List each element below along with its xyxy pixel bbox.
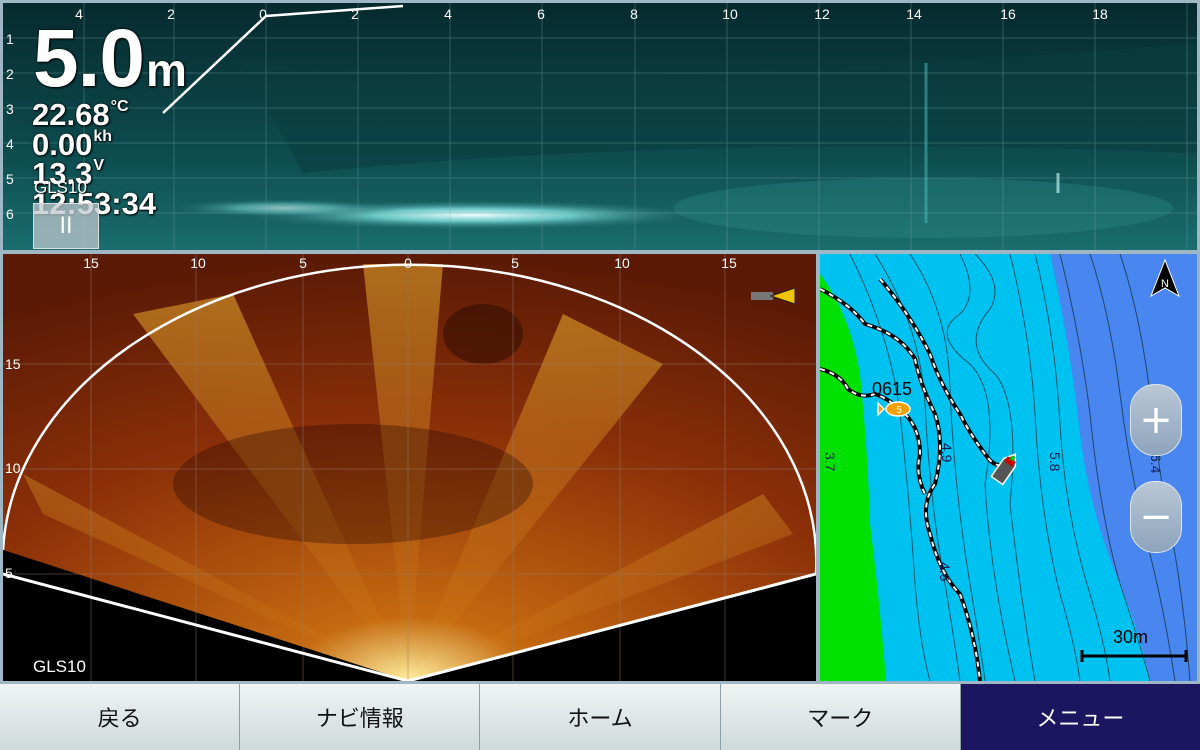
nav-info-button[interactable]: ナビ情報 [240, 684, 481, 750]
x-tick: 0 [404, 255, 412, 271]
depth-label: 3.7 [822, 452, 838, 472]
x-tick: 14 [906, 6, 922, 22]
y-tick: 5 [5, 565, 13, 581]
menu-button[interactable]: メニュー [960, 684, 1200, 750]
depth-label: 6.4 [1148, 454, 1164, 474]
north-label: N [1161, 278, 1169, 290]
x-tick: 8 [630, 6, 638, 22]
livescope-image: 15 10 5 0 5 10 15 15 10 5 [3, 254, 816, 681]
mark-button[interactable]: マーク [720, 684, 961, 750]
deep-water-area [1050, 254, 1197, 681]
y-tick: 5 [6, 171, 14, 187]
y-tick: 15 [5, 356, 21, 372]
zoom-out-button[interactable]: − [1130, 481, 1182, 553]
x-tick: 5 [299, 255, 307, 271]
speed-unit: kh [93, 128, 113, 145]
fish-waypoint-icon[interactable]: 5 [877, 401, 911, 417]
x-tick: 10 [722, 6, 738, 22]
y-tick: 3 [6, 101, 14, 117]
back-button[interactable]: 戻る [0, 684, 241, 750]
x-tick: 2 [351, 6, 359, 22]
voltage-unit: V [93, 157, 105, 174]
x-tick: 4 [444, 6, 452, 22]
y-tick: 4 [6, 136, 14, 152]
home-button[interactable]: ホーム [480, 684, 721, 750]
x-tick: 15 [83, 255, 99, 271]
x-tick: 12 [814, 6, 830, 22]
depth-readout: 5.0m [33, 18, 187, 100]
depth-label: 4.9 [939, 443, 955, 463]
temperature-unit: °C [110, 98, 129, 115]
boat-icon [990, 453, 1017, 486]
y-tick: 10 [5, 460, 21, 476]
x-tick: 0 [259, 6, 267, 22]
pause-button[interactable]: II [33, 203, 99, 249]
x-tick: 6 [537, 6, 545, 22]
x-tick: 5 [511, 255, 519, 271]
water-temperature: 22.68°C [32, 98, 129, 131]
scale-label: 30m [1113, 627, 1149, 647]
x-tick: 15 [721, 255, 737, 271]
bottom-nav-bar: 戻る ナビ情報 ホーム マーク メニュー [0, 684, 1200, 750]
depth-label: 4.6 [937, 562, 953, 582]
depth-unit: m [146, 44, 187, 96]
x-tick: 10 [614, 255, 630, 271]
x-tick: 18 [1092, 6, 1108, 22]
depth-value: 5.0 [33, 13, 145, 104]
y-tick: 1 [6, 31, 14, 47]
fish-waypoint-badge: 5 [896, 405, 902, 416]
nautical-chart: 5 0615 3.7 4.9 4.6 5.8 6.4 N [820, 254, 1197, 681]
chartplotter-pane[interactable]: 5 0615 3.7 4.9 4.6 5.8 6.4 N 30m + − [820, 254, 1197, 681]
livescope-source-label: GLS10 [33, 657, 86, 676]
y-tick: 6 [6, 206, 14, 222]
zoom-in-button[interactable]: + [1130, 384, 1182, 456]
x-tick: 16 [1000, 6, 1016, 22]
waypoint-label: 0615 [872, 379, 912, 399]
down-scan-source-label: GLS10 [34, 178, 87, 197]
livescope-pane[interactable]: 15 10 5 0 5 10 15 15 10 5 GLS10 [3, 254, 816, 681]
y-tick: 2 [6, 66, 14, 82]
x-tick: 10 [190, 255, 206, 271]
depth-label: 5.8 [1047, 452, 1063, 472]
